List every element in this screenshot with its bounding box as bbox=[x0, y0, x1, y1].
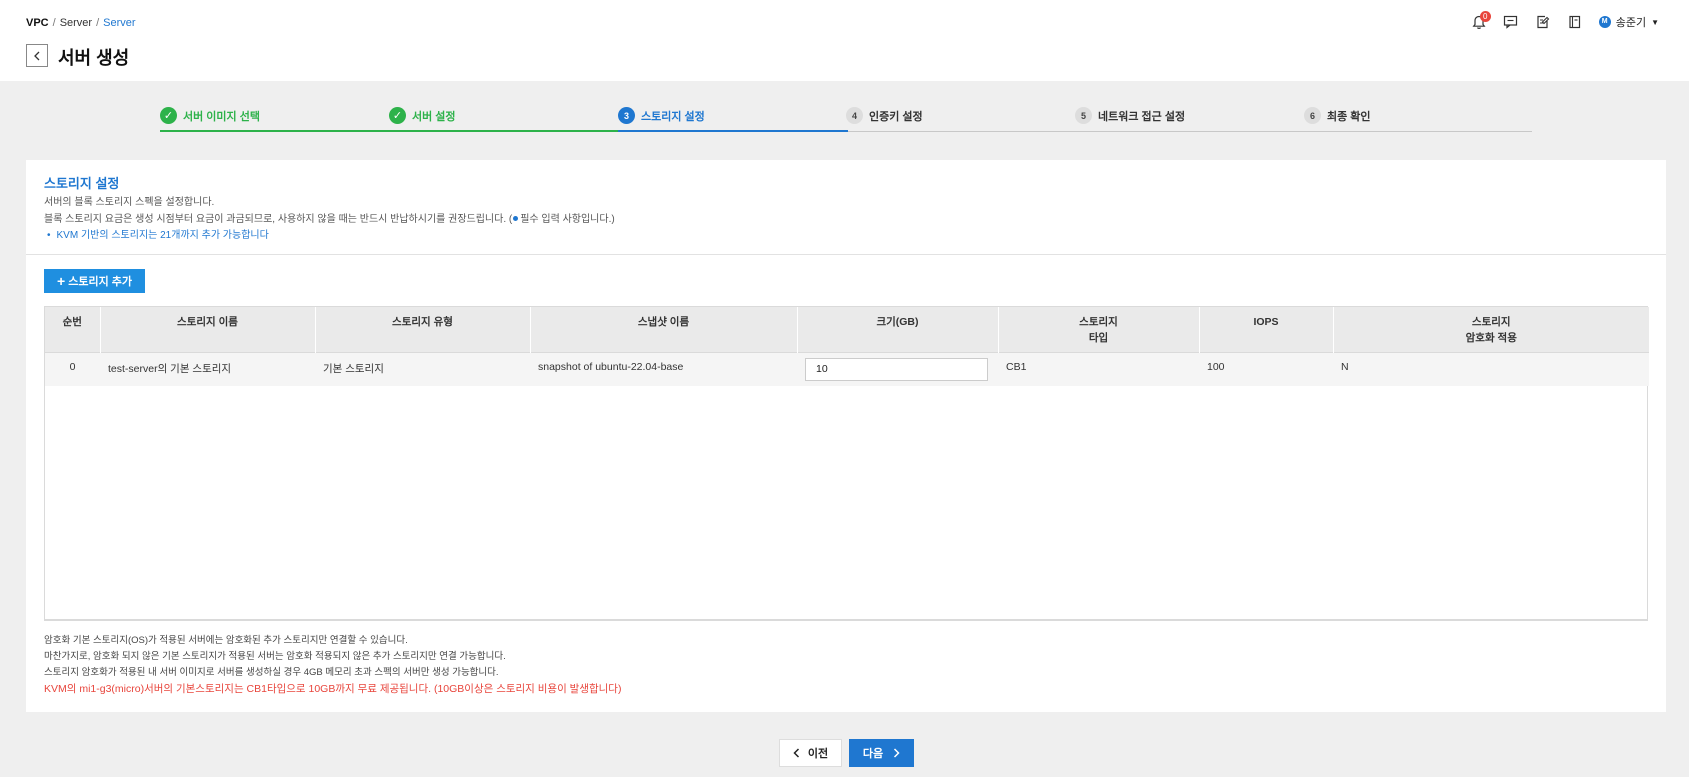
col-encryption: 스토리지 암호화 적용 bbox=[1333, 307, 1649, 352]
guide-button[interactable] bbox=[1567, 14, 1583, 30]
breadcrumb-separator: / bbox=[52, 17, 56, 29]
breadcrumb-separator: / bbox=[96, 17, 100, 29]
step-number: 3 bbox=[618, 107, 635, 124]
previous-button[interactable]: 이전 bbox=[779, 739, 842, 767]
step-final-review: 6 최종 확인 bbox=[1304, 107, 1371, 124]
book-icon bbox=[1569, 15, 1581, 29]
col-index: 순번 bbox=[45, 307, 101, 352]
free-tier-warning: KVM의 mi1-g3(micro)서버의 기본스토리지는 CB1타입으로 10… bbox=[44, 683, 622, 695]
footnote: 스토리지 암호화가 적용된 내 서버 이미지로 서버를 생성하실 경우 4GB … bbox=[44, 667, 499, 678]
billing-text: 블록 스토리지 요금은 생성 시점부터 요금이 과금되므로, 사용하지 않을 때… bbox=[44, 214, 513, 225]
back-button[interactable] bbox=[26, 44, 48, 67]
col-storage-type: 스토리지 타입 bbox=[998, 307, 1200, 352]
footnote: 마찬가지로, 암호화 되지 않은 기본 스토리지가 적용된 서버는 암호화 적용… bbox=[44, 651, 506, 662]
footnote: 암호화 기본 스토리지(OS)가 적용된 서버에는 암호화된 추가 스토리지만 … bbox=[44, 635, 408, 646]
cell-size bbox=[797, 351, 998, 386]
required-dot-icon bbox=[513, 216, 519, 222]
section-description: 서버의 블록 스토리지 스펙을 설정합니다. bbox=[44, 197, 215, 208]
required-text: 필수 입력 사항입니다.) bbox=[520, 214, 615, 225]
cell-storage-kind: 기본 스토리지 bbox=[315, 351, 530, 386]
cell-storage-type: CB1 bbox=[998, 351, 1199, 386]
step-network-access: 5 네트워크 접근 설정 bbox=[1075, 107, 1185, 124]
step-label: 서버 설정 bbox=[412, 110, 456, 123]
step-label: 스토리지 설정 bbox=[641, 110, 705, 123]
storage-settings-card: 스토리지 설정 서버의 블록 스토리지 스펙을 설정합니다. 블록 스토리지 요… bbox=[26, 160, 1666, 712]
wizard-stepper: ✓ 서버 이미지 선택 ✓ 서버 설정 3 스토리지 설정 4 인증키 설정 5… bbox=[160, 107, 1532, 133]
page-header: VPC / Server / Server 서버 생성 0 M 송준기 ▼ bbox=[0, 0, 1689, 81]
next-button[interactable]: 다음 bbox=[849, 739, 914, 767]
step-auth-key: 4 인증키 설정 bbox=[846, 107, 923, 124]
cell-encryption: N bbox=[1333, 351, 1649, 386]
user-name: 송준기 bbox=[1615, 17, 1647, 29]
breadcrumb-server[interactable]: Server bbox=[60, 17, 92, 29]
step-storage-settings[interactable]: 3 스토리지 설정 bbox=[618, 107, 705, 124]
step-server-image[interactable]: ✓ 서버 이미지 선택 bbox=[160, 107, 260, 124]
next-label: 다음 bbox=[862, 748, 884, 760]
support-button[interactable] bbox=[1503, 14, 1519, 30]
header-utilities: 0 M 송준기 ▼ bbox=[1471, 11, 1659, 30]
step-label: 최종 확인 bbox=[1327, 110, 1371, 123]
step-label: 네트워크 접근 설정 bbox=[1098, 110, 1186, 123]
add-storage-label: 스토리지 추가 bbox=[68, 276, 132, 288]
step-number: 5 bbox=[1075, 107, 1092, 124]
col-iops: IOPS bbox=[1199, 307, 1334, 352]
col-storage-name: 스토리지 이름 bbox=[100, 307, 316, 352]
check-icon: ✓ bbox=[160, 107, 177, 124]
check-icon: ✓ bbox=[389, 107, 406, 124]
page-title: 서버 생성 bbox=[58, 48, 130, 68]
step-server-settings[interactable]: ✓ 서버 설정 bbox=[389, 107, 456, 124]
step-label: 서버 이미지 선택 bbox=[183, 110, 260, 123]
user-menu[interactable]: M 송준기 ▼ bbox=[1598, 14, 1659, 30]
previous-label: 이전 bbox=[807, 748, 829, 760]
section-title: 스토리지 설정 bbox=[44, 176, 120, 191]
storage-table: 순번 스토리지 이름 스토리지 유형 스냅샷 이름 크기(GB) 스토리지 타입… bbox=[44, 306, 1649, 621]
step-number: 6 bbox=[1304, 107, 1321, 124]
breadcrumb: VPC / Server / Server bbox=[26, 17, 136, 29]
col-storage-kind: 스토리지 유형 bbox=[315, 307, 531, 352]
chevron-left-icon bbox=[793, 748, 799, 758]
size-input[interactable] bbox=[805, 357, 988, 381]
notification-button[interactable]: 0 bbox=[1471, 11, 1491, 30]
table-row: 0 test-server의 기본 스토리지 기본 스토리지 snapshot … bbox=[45, 351, 1649, 386]
step-number: 4 bbox=[846, 107, 863, 124]
table-header-row: 순번 스토리지 이름 스토리지 유형 스냅샷 이름 크기(GB) 스토리지 타입… bbox=[45, 307, 1649, 352]
billing-description: 블록 스토리지 요금은 생성 시점부터 요금이 과금되므로, 사용하지 않을 때… bbox=[44, 210, 615, 225]
stepper-progress-current bbox=[618, 130, 848, 132]
col-size: 크기(GB) bbox=[797, 307, 999, 352]
notification-badge: 0 bbox=[1479, 11, 1491, 22]
cell-index: 0 bbox=[45, 351, 100, 386]
edit-document-icon bbox=[1537, 15, 1549, 29]
divider bbox=[26, 254, 1666, 255]
storage-footnotes: 암호화 기본 스토리지(OS)가 적용된 서버에는 암호화된 추가 스토리지만 … bbox=[44, 633, 621, 697]
chevron-right-icon bbox=[894, 748, 900, 758]
chevron-left-icon bbox=[34, 51, 40, 60]
avatar: M bbox=[1598, 16, 1611, 28]
memo-button[interactable] bbox=[1535, 14, 1551, 30]
col-snapshot-name: 스냅샷 이름 bbox=[530, 307, 798, 352]
breadcrumb-vpc[interactable]: VPC bbox=[26, 17, 49, 29]
caret-down-icon: ▼ bbox=[1651, 17, 1659, 27]
plus-icon: + bbox=[57, 273, 66, 289]
chat-icon bbox=[1504, 15, 1518, 29]
cell-snapshot-name: snapshot of ubuntu-22.04-base bbox=[530, 351, 797, 386]
storage-limit-note: KVM 기반의 스토리지는 21개까지 추가 가능합니다 bbox=[44, 226, 269, 241]
add-storage-button[interactable]: + 스토리지 추가 bbox=[44, 269, 145, 293]
cell-iops: 100 bbox=[1199, 351, 1333, 386]
cell-storage-name: test-server의 기본 스토리지 bbox=[100, 351, 315, 386]
breadcrumb-current[interactable]: Server bbox=[103, 17, 135, 29]
step-label: 인증키 설정 bbox=[869, 110, 923, 123]
